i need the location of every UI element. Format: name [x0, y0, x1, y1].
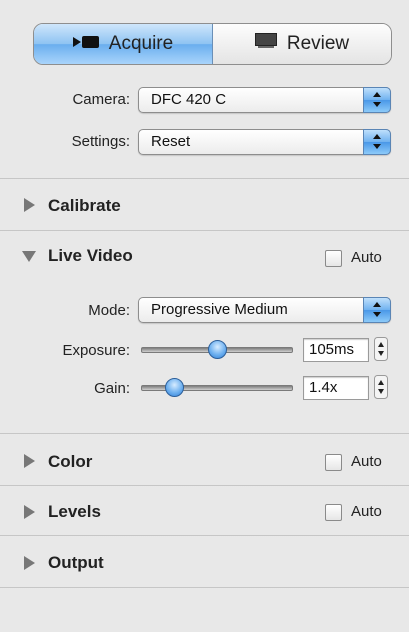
review-label: Review: [286, 33, 350, 54]
popup-arrows-icon: [363, 87, 391, 113]
camera-value: DFC 420 C: [151, 91, 227, 108]
capture-panel: Acquire Review Camera: DFC 420 C Setting…: [0, 0, 409, 632]
monitor-icon: [254, 33, 277, 55]
color-auto-label: Auto: [351, 453, 382, 470]
section-output-title: Output: [48, 553, 104, 572]
gain-slider-track[interactable]: [141, 385, 293, 391]
mode-popup[interactable]: Progressive Medium: [138, 297, 391, 323]
gain-label: Gain:: [94, 380, 130, 397]
section-levels[interactable]: Levels: [0, 487, 300, 535]
camera-popup[interactable]: DFC 420 C: [138, 87, 391, 113]
disclosure-collapsed-icon: [24, 556, 35, 570]
levels-auto-label: Auto: [351, 503, 382, 520]
section-calibrate-title: Calibrate: [48, 196, 121, 215]
mode-value: Progressive Medium: [151, 301, 288, 318]
settings-label: Settings:: [71, 133, 130, 150]
section-levels-title: Levels: [48, 502, 101, 521]
exposure-slider-knob[interactable]: [207, 340, 227, 359]
section-color[interactable]: Color: [0, 435, 300, 485]
divider: [0, 587, 409, 589]
gain-slider-knob[interactable]: [164, 378, 184, 397]
section-calibrate[interactable]: Calibrate: [0, 180, 409, 230]
acquire-tab[interactable]: Acquire: [34, 24, 213, 64]
exposure-field[interactable]: 105ms: [303, 338, 369, 362]
exposure-value: 105ms: [309, 341, 355, 358]
disclosure-collapsed-icon: [24, 198, 35, 212]
live-video-auto-label: Auto: [351, 249, 382, 266]
acquire-label: Acquire: [108, 33, 174, 54]
live-video-auto-checkbox[interactable]: [325, 250, 342, 267]
review-tab[interactable]: Review: [213, 24, 391, 64]
popup-arrows-icon: [363, 129, 391, 155]
settings-popup[interactable]: Reset: [138, 129, 391, 155]
exposure-stepper-icon[interactable]: [374, 337, 388, 361]
gain-stepper-icon[interactable]: [374, 375, 388, 399]
disclosure-expanded-icon: [22, 251, 36, 262]
camera-label: Camera:: [72, 91, 130, 108]
exposure-label: Exposure:: [62, 342, 130, 359]
gain-field[interactable]: 1.4x: [303, 376, 369, 400]
mode-segmented-control: Acquire Review: [33, 23, 392, 65]
color-auto-checkbox[interactable]: [325, 454, 342, 471]
levels-auto-checkbox[interactable]: [325, 504, 342, 521]
gain-value: 1.4x: [309, 379, 338, 396]
section-output[interactable]: Output: [0, 537, 409, 587]
video-camera-icon: [72, 33, 99, 55]
section-color-title: Color: [48, 452, 93, 471]
mode-label: Mode:: [88, 302, 130, 319]
disclosure-collapsed-icon: [24, 505, 35, 519]
section-live-video-title: Live Video: [48, 246, 133, 265]
popup-arrows-icon: [363, 297, 391, 323]
section-live-video-header[interactable]: Live Video: [0, 232, 300, 278]
disclosure-collapsed-icon: [24, 454, 35, 468]
settings-value: Reset: [151, 133, 191, 150]
